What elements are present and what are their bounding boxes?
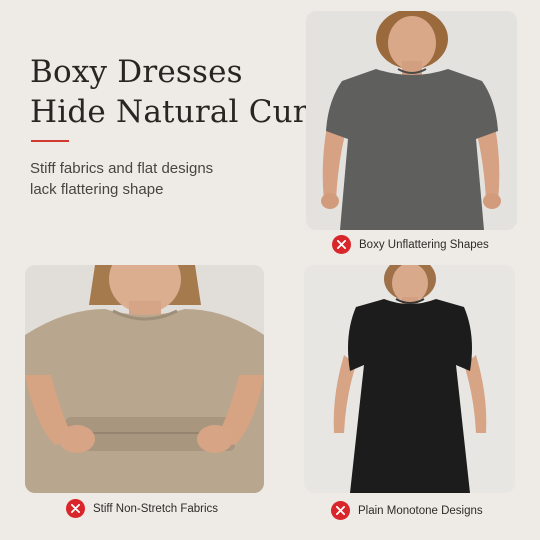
caption-boxy-shapes: Boxy Unflattering Shapes: [332, 235, 489, 254]
x-icon: [66, 499, 85, 518]
accent-divider: [31, 140, 69, 142]
photo-gray-boxy-dress: [306, 11, 517, 230]
caption-stiff-fabrics: Stiff Non-Stretch Fabrics: [66, 499, 218, 518]
subtext-line-1: Stiff fabrics and flat designs: [30, 160, 214, 177]
photo-black-monotone-dress: [304, 265, 515, 493]
caption-label: Boxy Unflattering Shapes: [359, 238, 489, 251]
caption-label: Plain Monotone Designs: [358, 504, 483, 517]
x-icon: [331, 501, 350, 520]
photo-beige-stiff-top: [25, 265, 264, 493]
caption-monotone-designs: Plain Monotone Designs: [331, 501, 483, 520]
subtext-line-2: lack flattering shape: [30, 181, 164, 198]
caption-label: Stiff Non-Stretch Fabrics: [93, 502, 219, 515]
subtext: Stiff fabrics and flat designs lack flat…: [30, 158, 213, 200]
x-icon: [332, 235, 351, 254]
